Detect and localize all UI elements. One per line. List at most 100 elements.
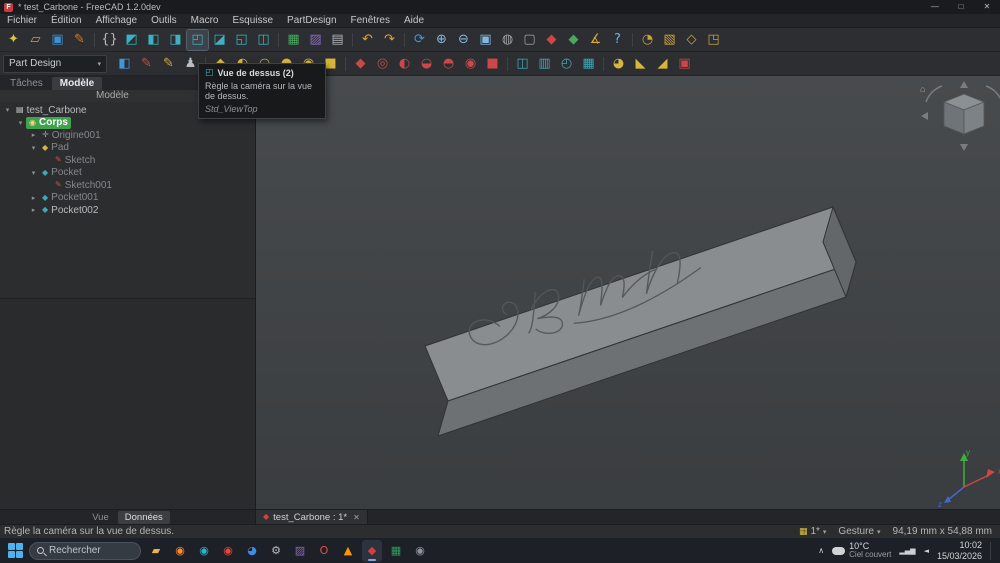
network-icon[interactable]: ▂▄▆ [899, 547, 915, 555]
spreadsheet-button[interactable]: ▦ [283, 30, 304, 50]
taskbar-app-freecad[interactable]: ◆ [362, 540, 382, 562]
tree-expander[interactable]: ▾ [28, 169, 39, 177]
taskbar-app-photos[interactable]: ▨ [290, 540, 310, 562]
perspective-button[interactable]: ◇ [681, 30, 702, 50]
texture-button[interactable]: ▧ [659, 30, 680, 50]
3d-scene[interactable]: ⌂ [256, 76, 1000, 509]
view-right-button[interactable]: ◨ [165, 30, 186, 50]
menu-item[interactable]: Macro [184, 15, 226, 26]
subtractive-primitive-button[interactable]: ■ [482, 54, 503, 74]
menu-item[interactable]: Esquisse [225, 15, 280, 26]
taskbar-app-firefox[interactable]: ◉ [170, 540, 190, 562]
groove-button[interactable]: ◐ [394, 54, 415, 74]
edit-button[interactable]: ✎ [69, 30, 90, 50]
panel-tab[interactable]: Tâches [2, 77, 51, 90]
separator[interactable] [600, 54, 607, 74]
view-bottom-button[interactable]: ◱ [231, 30, 252, 50]
separator[interactable] [349, 30, 356, 50]
edit-sketch-button[interactable]: ✎ [158, 54, 179, 74]
close-icon[interactable]: ✕ [353, 513, 360, 522]
menu-item[interactable]: PartDesign [280, 15, 343, 26]
draw-style-button[interactable]: ◍ [497, 30, 518, 50]
tray-chevron-icon[interactable]: ∧ [818, 546, 824, 555]
navcube-rotate-cw-icon[interactable] [986, 86, 1000, 102]
3d-viewport[interactable]: ⌂ [256, 76, 1000, 509]
menu-item[interactable]: Outils [144, 15, 184, 26]
taskbar-app-opera[interactable]: O [314, 540, 334, 562]
open-document-button[interactable]: ▱ [25, 30, 46, 50]
chamfer-button[interactable]: ◣ [630, 54, 651, 74]
menu-item[interactable]: Édition [44, 15, 89, 26]
taskbar-app-sheets[interactable]: ▦ [386, 540, 406, 562]
notes-button[interactable]: ▤ [327, 30, 348, 50]
mirror-button[interactable]: ◫ [512, 54, 533, 74]
thickness-button[interactable]: ▣ [674, 54, 695, 74]
view-left-button[interactable]: ◫ [253, 30, 274, 50]
tree-expander[interactable]: ▾ [2, 106, 13, 114]
draft-button[interactable]: ◢ [652, 54, 673, 74]
view-front-button[interactable]: ◧ [143, 30, 164, 50]
tree-expander[interactable]: ▸ [28, 194, 39, 202]
minimize-button[interactable]: — [922, 0, 948, 14]
search-input[interactable] [49, 545, 129, 556]
navcube-arrow-left[interactable] [921, 112, 928, 120]
linear-pattern-button[interactable]: ▥ [534, 54, 555, 74]
separator[interactable] [504, 54, 511, 74]
separator[interactable] [401, 30, 408, 50]
separator[interactable] [91, 30, 98, 50]
taskbar-app-chrome[interactable]: ◉ [218, 540, 238, 562]
subtractive-pipe-button[interactable]: ◓ [438, 54, 459, 74]
tree-item[interactable]: ▾ ◆ Pad [0, 142, 255, 155]
navcube-arrow-up[interactable] [960, 81, 968, 88]
subtractive-helix-button[interactable]: ◉ [460, 54, 481, 74]
tree-item[interactable]: ▾ ◆ Pocket [0, 167, 255, 180]
view-rear-button[interactable]: ◪ [209, 30, 230, 50]
tree-item[interactable]: ✎ Sketch001 [0, 179, 255, 192]
separator[interactable] [275, 30, 282, 50]
menu-item[interactable]: Fichier [0, 15, 44, 26]
subtractive-loft-button[interactable]: ◒ [416, 54, 437, 74]
start-button[interactable] [6, 542, 24, 560]
clipping-button[interactable]: ◔ [637, 30, 658, 50]
zoom-out-button[interactable]: ⊖ [453, 30, 474, 50]
property-tab[interactable]: Vue [85, 511, 116, 524]
tree-item[interactable]: ▸ ◆ Pocket002 [0, 204, 255, 217]
zoom-in-button[interactable]: ⊕ [431, 30, 452, 50]
dock-views-button[interactable]: ◳ [703, 30, 724, 50]
new-document-button[interactable]: ✦ [3, 30, 24, 50]
close-button[interactable]: ✕ [974, 0, 1000, 14]
tree-item[interactable]: ▸ ◆ Pocket001 [0, 192, 255, 205]
hole-button[interactable]: ◎ [372, 54, 393, 74]
show-desktop-button[interactable] [990, 542, 994, 560]
taskbar-app-explorer[interactable]: ▰ [146, 540, 166, 562]
navigation-cube[interactable]: ⌂ [920, 81, 1000, 151]
measure-button[interactable]: ∡ [585, 30, 606, 50]
navcube-home-icon[interactable]: ⌂ [920, 84, 925, 94]
taskbar-app-vlc[interactable]: ▲ [338, 540, 358, 562]
navcube-rotate-ccw-icon[interactable] [926, 86, 942, 102]
tree-expander[interactable]: ▸ [28, 131, 39, 139]
menu-item[interactable]: Affichage [89, 15, 145, 26]
volume-icon[interactable]: ◄ [924, 547, 929, 555]
taskbar-app-gimp[interactable]: ◉ [410, 540, 430, 562]
taskbar-app-steam[interactable]: ◉ [194, 540, 214, 562]
model-carbon-block[interactable] [425, 207, 856, 436]
maximize-button[interactable]: □ [948, 0, 974, 14]
whats-this-button[interactable]: ? [607, 30, 628, 50]
menu-item[interactable]: Fenêtres [344, 15, 397, 26]
active-view-indicator[interactable]: ▦ 1* ▾ [799, 526, 826, 537]
save-document-button[interactable]: ▣ [47, 30, 68, 50]
create-sketch-button[interactable]: ✎ [136, 54, 157, 74]
taskbar-app-settings[interactable]: ⚙ [266, 540, 286, 562]
tree-item[interactable]: ▸ ✛ Origine001 [0, 129, 255, 142]
document-tab[interactable]: ◆ test_Carbone : 1* ✕ [256, 510, 368, 524]
fit-all-button[interactable]: ▣ [475, 30, 496, 50]
fillet-button[interactable]: ◕ [608, 54, 629, 74]
navcube-arrow-down[interactable] [960, 144, 968, 151]
pocket-button[interactable]: ◆ [350, 54, 371, 74]
weather-widget[interactable]: 10°C Ciel couvert [832, 542, 891, 559]
refresh-button[interactable]: ⟳ [409, 30, 430, 50]
redo-button[interactable]: ↷ [379, 30, 400, 50]
axis-cross-button[interactable]: ◆ [563, 30, 584, 50]
tree-expander[interactable]: ▸ [28, 206, 39, 214]
